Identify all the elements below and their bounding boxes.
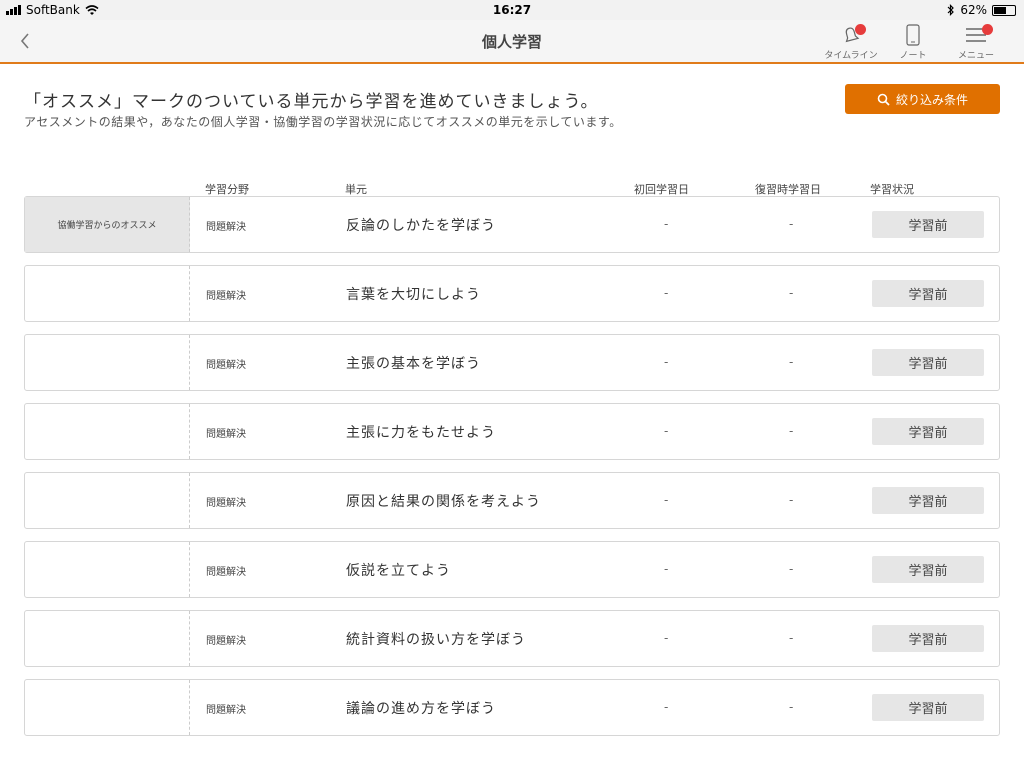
recommend-cell [25,404,190,459]
menu-button[interactable]: メニュー [946,23,1006,61]
row-unit: 原因と結果の関係を考えよう [346,494,541,510]
row-review-date: - [789,424,794,438]
row-unit: 反論のしかたを学ぼう [346,218,496,234]
status-time: 16:27 [492,3,532,17]
table-row[interactable]: 問題解決 仮説を立てよう - - 学習前 [24,541,1000,598]
status-badge: 学習前 [872,487,984,514]
recommend-headline: 「オススメ」マークのついている単元から学習を進めていきましょう。 [24,92,599,112]
table-row[interactable]: 協働学習からのオススメ 問題解決 反論のしかたを学ぼう - - 学習前 [24,196,1000,253]
table-row[interactable]: 問題解決 議論の進め方を学ぼう - - 学習前 [24,679,1000,736]
timeline-badge [855,24,866,35]
row-field: 問題解決 [206,567,246,578]
status-right: 62% [947,3,1016,17]
column-header-review-date: 復習時学習日 [755,183,821,196]
row-first-date: - [664,493,669,507]
row-unit: 統計資料の扱い方を学ぼう [346,632,526,648]
column-header-status: 学習状況 [870,183,914,196]
row-review-date: - [789,700,794,714]
table-row[interactable]: 問題解決 主張に力をもたせよう - - 学習前 [24,403,1000,460]
status-badge: 学習前 [872,211,984,238]
row-review-date: - [789,562,794,576]
row-unit: 主張に力をもたせよう [346,425,496,441]
column-header-unit: 単元 [345,183,367,196]
tablet-icon [906,24,920,46]
status-badge: 学習前 [872,418,984,445]
note-button[interactable]: ノート [883,23,943,61]
row-first-date: - [664,424,669,438]
row-first-date: - [664,700,669,714]
column-header-first-date: 初回学習日 [634,183,689,196]
recommend-cell: 協働学習からのオススメ [25,197,190,252]
row-field: 問題解決 [206,498,246,509]
recommend-cell [25,335,190,390]
recommend-cell [25,611,190,666]
row-review-date: - [789,631,794,645]
table-row[interactable]: 問題解決 主張の基本を学ぼう - - 学習前 [24,334,1000,391]
note-label: ノート [899,51,927,61]
row-first-date: - [664,286,669,300]
row-unit: 言葉を大切にしよう [346,287,481,303]
row-first-date: - [664,217,669,231]
table-header: 学習分野 単元 初回学習日 復習時学習日 学習状況 [0,181,1024,196]
row-unit: 仮説を立てよう [346,563,451,579]
table-row[interactable]: 問題解決 統計資料の扱い方を学ぼう - - 学習前 [24,610,1000,667]
status-badge: 学習前 [872,625,984,652]
timeline-label: タイムライン [824,51,878,61]
row-review-date: - [789,217,794,231]
menu-badge [982,24,993,35]
recommend-description: アセスメントの結果や，あなたの個人学習・協働学習の学習状況に応じてオススメの単元… [24,115,622,129]
row-review-date: - [789,286,794,300]
row-review-date: - [789,355,794,369]
status-badge: 学習前 [872,556,984,583]
timeline-icon-wrap [821,23,881,47]
battery-icon [992,4,1016,16]
row-review-date: - [789,493,794,507]
table-row[interactable]: 問題解決 原因と結果の関係を考えよう - - 学習前 [24,472,1000,529]
filter-button[interactable]: 絞り込み条件 [845,84,1000,114]
status-badge: 学習前 [872,694,984,721]
row-field: 問題解決 [206,429,246,440]
status-bar: SoftBank 16:27 62% [0,0,1024,20]
row-unit: 議論の進め方を学ぼう [346,701,496,717]
row-field: 問題解決 [206,360,246,371]
row-first-date: - [664,562,669,576]
status-badge: 学習前 [872,280,984,307]
column-header-field: 学習分野 [205,183,249,196]
battery-fill [994,6,1007,14]
menu-label: メニュー [957,51,994,61]
note-icon-wrap [883,23,943,47]
row-first-date: - [664,631,669,645]
search-icon [877,93,890,106]
recommend-cell [25,266,190,321]
recommend-cell [25,473,190,528]
battery-percent: 62% [960,3,987,17]
row-unit: 主張の基本を学ぼう [346,356,481,372]
status-badge: 学習前 [872,349,984,376]
row-field: 問題解決 [206,705,246,716]
bluetooth-icon [947,4,955,16]
row-field: 問題解決 [206,222,246,233]
recommend-cell [25,542,190,597]
row-field: 問題解決 [206,291,246,302]
filter-button-label: 絞り込み条件 [895,92,968,107]
table-row[interactable]: 問題解決 言葉を大切にしよう - - 学習前 [24,265,1000,322]
row-field: 問題解決 [206,636,246,647]
timeline-button[interactable]: タイムライン [821,23,881,61]
recommend-cell [25,680,190,735]
menu-icon-wrap [946,23,1006,47]
row-first-date: - [664,355,669,369]
nav-bar: 個人学習 タイムライン ノート メニュー [0,20,1024,64]
